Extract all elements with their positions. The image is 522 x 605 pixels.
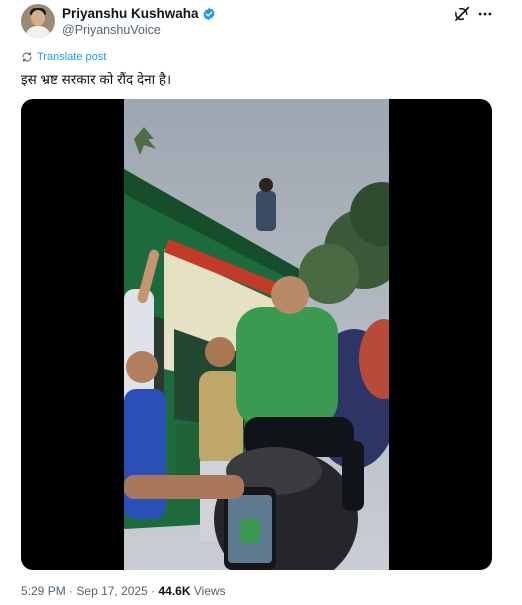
tweet-time[interactable]: 5:29 PM [21,584,66,598]
tweet-meta: 5:29 PM · Sep 17, 2025 · 44.6K Views [21,584,226,598]
author-name[interactable]: Priyanshu Kushwaha [62,6,199,21]
avatar[interactable] [21,4,55,38]
translate-icon [22,52,32,62]
avatar-face [31,10,45,26]
views-count: 44.6K [158,584,191,598]
translate-label[interactable]: Translate post [37,51,106,63]
avatar-shirt [25,26,51,38]
video-player[interactable] [21,99,492,570]
video-thumbnail [124,99,389,570]
author-handle[interactable]: @PriyanshuVoice [62,23,161,37]
meta-separator: · [69,584,74,598]
grok-icon[interactable] [453,5,471,23]
tweet-date[interactable]: Sep 17, 2025 [76,584,147,598]
video-frame [124,99,389,570]
verified-badge-icon [203,7,215,20]
tweet-text: इस भ्रष्ट सरकार को रौंद देना है। [21,72,172,87]
tweet: Priyanshu Kushwaha @PriyanshuVoice Trans… [0,0,522,605]
author-name-row[interactable]: Priyanshu Kushwaha [62,6,216,21]
views-label: Views [193,584,226,598]
more-options-icon[interactable] [476,5,494,23]
translate-post-link[interactable]: Translate post [21,51,106,63]
meta-separator: · [151,584,156,598]
